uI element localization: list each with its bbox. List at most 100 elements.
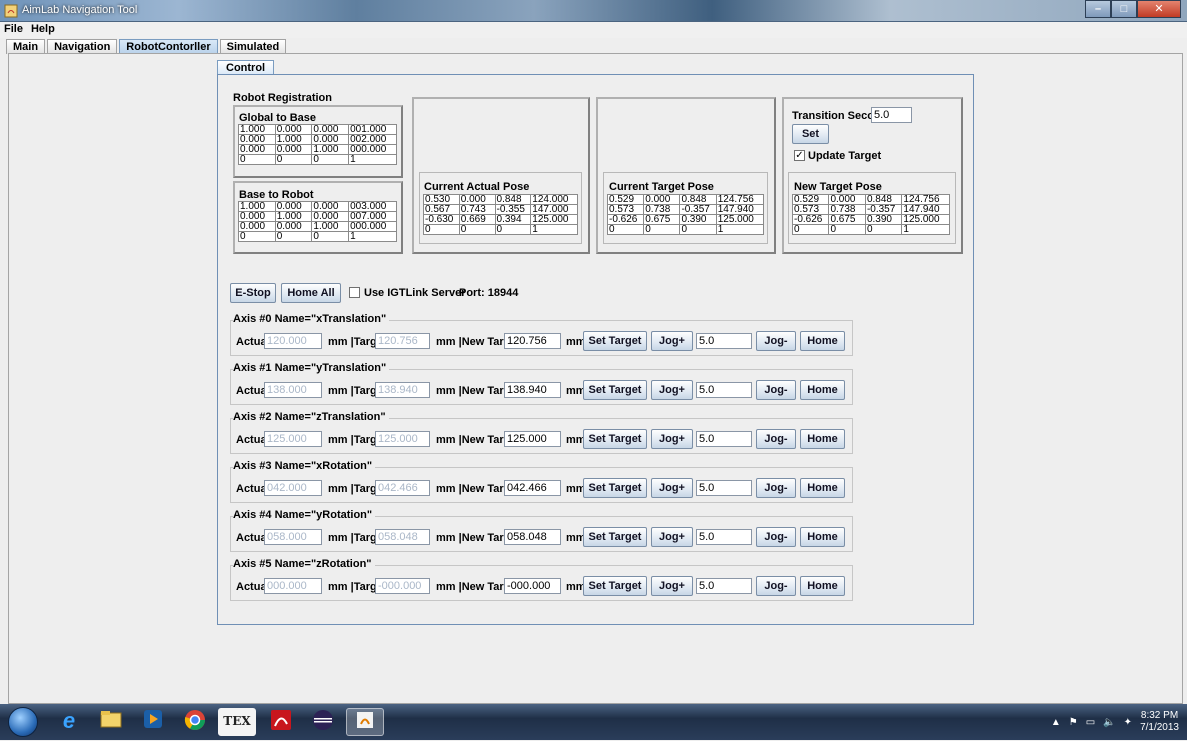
new-target-input[interactable]: -000.000 — [504, 578, 561, 594]
transition-seconds-input[interactable]: 5.0 — [871, 107, 912, 123]
matrix-cell[interactable]: 1.000 — [311, 144, 350, 155]
system-clock[interactable]: 8:32 PM 7/1/2013 — [1140, 710, 1179, 734]
matrix-cell[interactable]: -0.355 — [494, 204, 532, 215]
home-button[interactable]: Home — [800, 429, 845, 449]
matrix-cell[interactable]: 1.000 — [238, 124, 276, 135]
home-button[interactable]: Home — [800, 527, 845, 547]
jog-plus-button[interactable]: Jog+ — [651, 331, 693, 351]
matrix-cell[interactable]: 125.000 — [901, 214, 950, 225]
matrix-cell[interactable]: 0.000 — [274, 201, 313, 212]
jog-plus-button[interactable]: Jog+ — [651, 527, 693, 547]
matrix-cell[interactable]: -0.630 — [423, 214, 460, 225]
tab-robot-controller[interactable]: RobotContorller — [119, 39, 218, 54]
set-target-button[interactable]: Set Target — [583, 380, 647, 400]
show-hidden-icons[interactable]: ▲ — [1051, 717, 1061, 728]
matrix-cell[interactable]: 0.573 — [606, 204, 645, 215]
matrix-cell[interactable]: 1.000 — [274, 134, 313, 145]
matrix-cell[interactable]: 0.000 — [274, 144, 313, 155]
set-target-button[interactable]: Set Target — [583, 478, 647, 498]
global-to-base-matrix[interactable]: 1.000 0.000 0.000 001.000 0.000 1.000 0.000 002… — [238, 124, 397, 165]
matrix-cell[interactable]: 0.529 — [791, 194, 830, 205]
jog-minus-button[interactable]: Jog- — [756, 429, 796, 449]
matrix-cell[interactable]: 0 — [458, 224, 496, 235]
explorer-icon[interactable] — [92, 708, 130, 736]
matrix-cell[interactable]: 1 — [901, 224, 950, 235]
set-target-button[interactable]: Set Target — [583, 429, 647, 449]
menu-help[interactable]: Help — [27, 22, 59, 35]
media-player-icon[interactable] — [134, 708, 172, 736]
matrix-cell[interactable]: 0.529 — [606, 194, 645, 205]
network-icon[interactable]: ▭ — [1086, 717, 1095, 728]
matrix-cell[interactable]: 0.743 — [458, 204, 496, 215]
matrix-cell[interactable]: 0.848 — [864, 194, 903, 205]
matrix-cell[interactable]: 0.530 — [423, 194, 460, 205]
jog-plus-button[interactable]: Jog+ — [651, 478, 693, 498]
jog-step-input[interactable]: 5.0 — [696, 480, 752, 496]
jog-step-input[interactable]: 5.0 — [696, 333, 752, 349]
matrix-cell[interactable]: 0.000 — [311, 211, 350, 222]
matrix-cell[interactable]: 0.390 — [864, 214, 903, 225]
jog-step-input[interactable]: 5.0 — [696, 529, 752, 545]
matrix-cell[interactable]: 000.000 — [348, 144, 397, 155]
maximize-button[interactable]: □ — [1111, 0, 1137, 18]
matrix-cell[interactable]: 0 — [423, 224, 460, 235]
matrix-cell[interactable]: 0.390 — [679, 214, 717, 225]
base-to-robot-matrix[interactable]: 1.000 0.000 0.000 003.000 0.000 1.000 0.000 007… — [238, 201, 397, 242]
home-all-button[interactable]: Home All — [281, 283, 341, 303]
matrix-cell[interactable]: 0 — [791, 224, 830, 235]
new-target-input[interactable]: 042.466 — [504, 480, 561, 496]
matrix-cell[interactable]: 0.848 — [494, 194, 532, 205]
matrix-cell[interactable]: 0 — [274, 231, 313, 242]
new-target-input[interactable]: 058.048 — [504, 529, 561, 545]
tab-main[interactable]: Main — [6, 39, 46, 54]
minimize-button[interactable]: – — [1085, 0, 1111, 18]
matrix-cell[interactable]: 1.000 — [238, 201, 276, 212]
matrix-cell[interactable]: 1 — [715, 224, 765, 235]
new-target-input[interactable]: 138.940 — [504, 382, 561, 398]
matrix-cell[interactable]: 0 — [606, 224, 645, 235]
matrix-cell[interactable]: 0 — [311, 154, 350, 165]
matrix-cell[interactable]: 125.000 — [530, 214, 578, 225]
close-button[interactable]: ✕ — [1137, 0, 1181, 18]
matrix-cell[interactable]: 0.000 — [238, 134, 276, 145]
matrix-cell[interactable]: 0.567 — [423, 204, 460, 215]
igtlink-checkbox[interactable] — [349, 287, 360, 298]
jog-plus-button[interactable]: Jog+ — [651, 576, 693, 596]
matrix-cell[interactable]: 147.940 — [901, 204, 950, 215]
matrix-cell[interactable]: 000.000 — [348, 221, 397, 232]
matrix-cell[interactable]: 0 — [274, 154, 313, 165]
menu-file[interactable]: File — [0, 22, 27, 35]
matrix-cell[interactable]: 0.000 — [311, 134, 350, 145]
matrix-cell[interactable]: 002.000 — [348, 134, 397, 145]
action-center-flag-icon[interactable]: ⚑ — [1069, 717, 1078, 728]
jog-plus-button[interactable]: Jog+ — [651, 429, 693, 449]
home-button[interactable]: Home — [800, 576, 845, 596]
jog-step-input[interactable]: 5.0 — [696, 578, 752, 594]
ie-icon[interactable]: e — [50, 708, 88, 736]
matrix-cell[interactable]: 0.394 — [494, 214, 532, 225]
dropbox-icon[interactable]: ✦ — [1124, 717, 1132, 728]
matrix-cell[interactable]: 0 — [679, 224, 717, 235]
start-button[interactable] — [8, 707, 38, 737]
jog-minus-button[interactable]: Jog- — [756, 576, 796, 596]
matrix-cell[interactable]: 0.000 — [458, 194, 496, 205]
matrix-cell[interactable]: 0.000 — [238, 221, 276, 232]
matrix-cell[interactable]: 124.000 — [530, 194, 578, 205]
jog-plus-button[interactable]: Jog+ — [651, 380, 693, 400]
acrobat-icon[interactable] — [262, 708, 300, 736]
matrix-cell[interactable]: 0 — [864, 224, 903, 235]
matrix-cell[interactable]: 0.000 — [311, 124, 350, 135]
home-button[interactable]: Home — [800, 331, 845, 351]
eclipse-icon[interactable] — [304, 708, 342, 736]
java-taskbar-icon[interactable] — [346, 708, 384, 736]
matrix-cell[interactable]: 0.573 — [791, 204, 830, 215]
matrix-cell[interactable]: 0 — [828, 224, 866, 235]
jog-minus-button[interactable]: Jog- — [756, 527, 796, 547]
matrix-cell[interactable]: 003.000 — [348, 201, 397, 212]
tex-icon[interactable]: TEX — [218, 708, 256, 736]
matrix-cell[interactable]: 0.675 — [643, 214, 681, 225]
matrix-cell[interactable]: 1 — [530, 224, 578, 235]
new-target-pose-matrix[interactable]: 0.529 0.000 0.848 124.756 0.573 0.738 -0.357 14… — [791, 194, 950, 235]
matrix-cell[interactable]: 125.000 — [715, 214, 765, 225]
matrix-cell[interactable]: 0 — [238, 154, 276, 165]
